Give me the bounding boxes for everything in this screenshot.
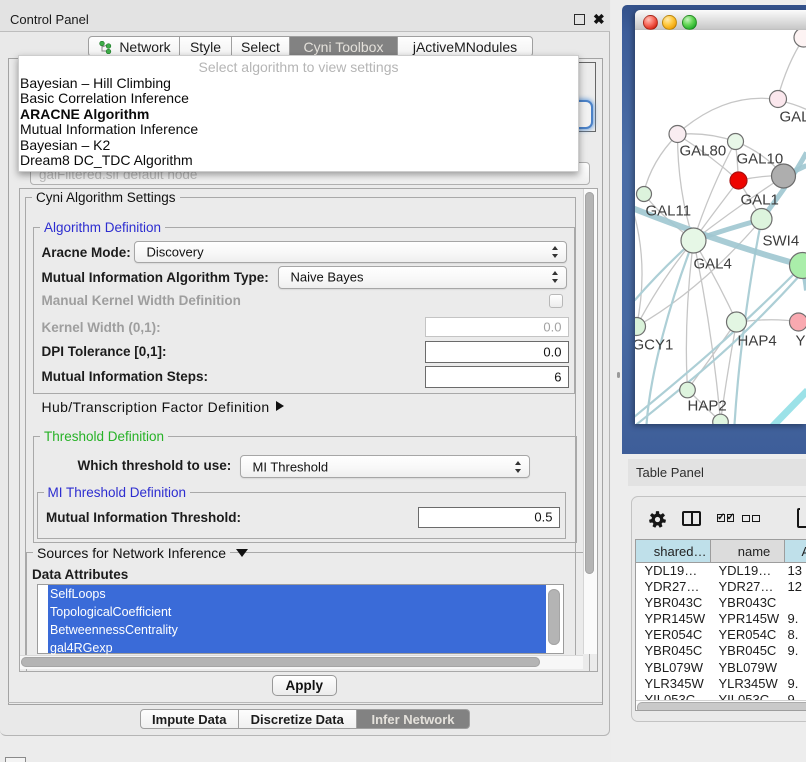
svg-text:GAL80: GAL80 (679, 142, 726, 159)
svg-text:GAL4: GAL4 (693, 255, 731, 272)
svg-text:GAL1: GAL1 (740, 191, 778, 208)
svg-text:HAP4: HAP4 (737, 332, 776, 349)
svg-text:GAL7: GAL7 (779, 108, 806, 125)
svg-text:Y: Y (795, 332, 805, 349)
svg-text:HAP2: HAP2 (687, 397, 726, 414)
svg-text:SWI4: SWI4 (762, 232, 799, 249)
svg-text:GCY1: GCY1 (635, 336, 673, 353)
svg-text:GAL10: GAL10 (736, 150, 783, 167)
svg-text:GAL11: GAL11 (645, 202, 691, 219)
